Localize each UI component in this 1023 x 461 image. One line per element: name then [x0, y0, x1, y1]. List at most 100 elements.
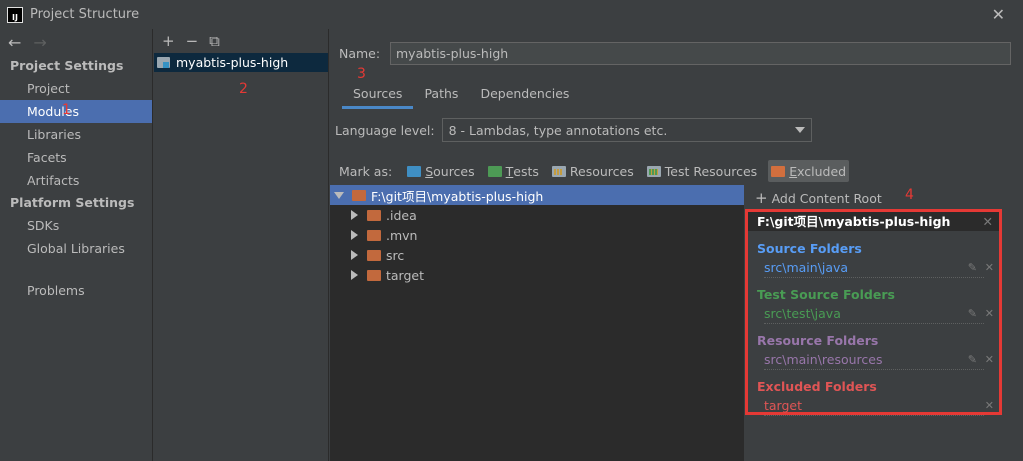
sidebar-item-modules[interactable]: Modules 1 [0, 100, 152, 123]
remove-root-icon[interactable]: ✕ [983, 212, 993, 231]
test-resources-folder-icon [646, 165, 661, 177]
mark-sources-button[interactable]: Sources [405, 160, 476, 182]
mark-excluded-label: xcluded [797, 163, 847, 179]
sidebar-item-global-libraries[interactable]: Global Libraries [0, 237, 152, 260]
mark-test-resources-button[interactable]: Test Resources [645, 160, 759, 182]
close-icon[interactable]: ✕ [985, 304, 994, 323]
collapse-arrow-icon[interactable] [351, 230, 358, 240]
source-folder-path: src\main\java [764, 258, 984, 278]
sidebar-item-problems[interactable]: Problems [0, 279, 152, 302]
arrow-right-icon[interactable]: → [33, 33, 46, 52]
close-icon[interactable]: ✕ [992, 5, 1005, 24]
mark-tests-label: ests [513, 163, 539, 179]
tab-sources[interactable]: Sources [342, 84, 414, 109]
close-icon[interactable]: ✕ [985, 350, 994, 369]
mnemonic: S [425, 163, 434, 179]
sidebar-item-project[interactable]: Project [0, 77, 152, 100]
mnemonic: T [505, 163, 514, 179]
chevron-down-icon [794, 127, 805, 133]
excluded-folder-item: target ✕ [748, 396, 994, 416]
tree-row[interactable]: target [330, 265, 744, 285]
module-folder-icon [157, 57, 170, 68]
mnemonic: E [789, 163, 798, 179]
section-platform-settings: Platform Settings [10, 195, 135, 210]
tests-folder-icon [487, 165, 502, 177]
expand-arrow-icon[interactable] [334, 191, 344, 199]
sidebar-item-artifacts[interactable]: Artifacts [0, 169, 152, 192]
resources-folder-icon [551, 165, 566, 177]
sidebar-item-sdks[interactable]: SDKs [0, 214, 152, 237]
tab-paths[interactable]: Paths [413, 84, 469, 109]
module-item-label: myabtis-plus-high [176, 55, 289, 70]
resource-folder-path: src\main\resources [764, 350, 984, 370]
tree-root-row[interactable]: F:\git项目\myabtis-plus-high [330, 185, 744, 205]
sidebar-item-label: Modules [27, 104, 79, 119]
tree-row-label: .mvn [386, 227, 418, 243]
source-folder-item: src\main\java ✎ ✕ [748, 258, 994, 278]
tree-row-label: .idea [386, 207, 417, 223]
pencil-icon[interactable]: ✎ [968, 258, 977, 277]
collapse-arrow-icon[interactable] [351, 270, 358, 280]
mark-as-label: Mark as: [339, 163, 393, 179]
test-source-folder-path: src\test\java [764, 304, 984, 324]
mark-resources-label: Resources [569, 163, 634, 179]
name-label: Name: [339, 46, 381, 61]
source-folders-title: Source Folders [757, 241, 862, 256]
test-source-folder-item: src\test\java ✎ ✕ [748, 304, 994, 324]
module-item[interactable]: myabtis-plus-high [154, 53, 328, 72]
collapse-arrow-icon[interactable] [351, 250, 358, 260]
nav-arrows: ← → [0, 29, 152, 55]
sidebar-item-libraries[interactable]: Libraries [0, 123, 152, 146]
mark-test-resources-label: Test Resources [664, 163, 758, 179]
settings-sidebar: ← → Project Settings Project Modules 1 L… [0, 29, 153, 461]
intellij-logo-icon: IJ [7, 6, 23, 23]
language-level-row: Language level: 8 - Lambdas, type annota… [335, 118, 812, 142]
title-bar: IJ Project Structure ✕ [0, 0, 1023, 29]
annotation-1: 1 [62, 102, 71, 118]
tree-row[interactable]: .mvn [330, 225, 744, 245]
tree-row[interactable]: .idea [330, 205, 744, 225]
module-detail-panel: Name: 3 Sources Paths Dependencies Langu… [330, 29, 1023, 461]
content-tree: F:\git项目\myabtis-plus-high .idea .mvn sr… [330, 185, 744, 461]
module-list-panel: + − ⧉ myabtis-plus-high 2 [154, 29, 329, 461]
name-row: Name: [339, 42, 1011, 65]
tree-row[interactable]: src [330, 245, 744, 265]
tree-root-label: F:\git项目\myabtis-plus-high [371, 188, 544, 204]
arrow-left-icon[interactable]: ← [8, 33, 21, 52]
mark-resources-button[interactable]: Resources [550, 160, 636, 182]
mark-as-row: Mark as: Sources Tests Resources Test Re… [339, 160, 858, 182]
detail-tabs: Sources Paths Dependencies [342, 84, 580, 109]
remove-icon[interactable]: − [186, 32, 199, 50]
language-level-label: Language level: [335, 122, 435, 138]
add-content-root-button[interactable]: + Add Content Root [755, 189, 882, 207]
annotation-3: 3 [357, 66, 366, 82]
tree-row-label: src [386, 247, 405, 263]
excluded-folder-icon [771, 165, 786, 177]
folder-icon [367, 209, 381, 221]
mark-excluded-button[interactable]: Excluded [768, 160, 850, 182]
add-content-root-label: Add Content Root [771, 191, 882, 206]
mark-sources-label: ources [433, 163, 475, 179]
excluded-folder-path: target [764, 396, 984, 416]
folder-icon [367, 249, 381, 261]
close-icon[interactable]: ✕ [985, 258, 994, 277]
language-level-select[interactable]: 8 - Lambdas, type annotations etc. [441, 118, 812, 142]
collapse-arrow-icon[interactable] [351, 210, 358, 220]
content-roots-panel: + Add Content Root 4 F:\git项目\myabtis-plu… [745, 185, 1023, 461]
sidebar-item-facets[interactable]: Facets [0, 146, 152, 169]
close-icon[interactable]: ✕ [985, 396, 994, 415]
pencil-icon[interactable]: ✎ [968, 304, 977, 323]
excluded-folders-title: Excluded Folders [757, 379, 877, 394]
tab-dependencies[interactable]: Dependencies [469, 84, 580, 109]
module-name-input[interactable] [390, 42, 1011, 65]
plus-icon: + [755, 189, 768, 207]
content-root-path: F:\git项目\myabtis-plus-high [757, 214, 951, 229]
folder-icon [352, 189, 366, 201]
resource-folders-title: Resource Folders [757, 333, 879, 348]
add-icon[interactable]: + [162, 32, 175, 50]
mark-tests-button[interactable]: Tests [486, 160, 541, 182]
copy-icon[interactable]: ⧉ [209, 32, 220, 50]
pencil-icon[interactable]: ✎ [968, 350, 977, 369]
annotation-4: 4 [905, 187, 914, 203]
content-root-box: F:\git项目\myabtis-plus-high ✕ Source Fold… [745, 209, 1002, 416]
